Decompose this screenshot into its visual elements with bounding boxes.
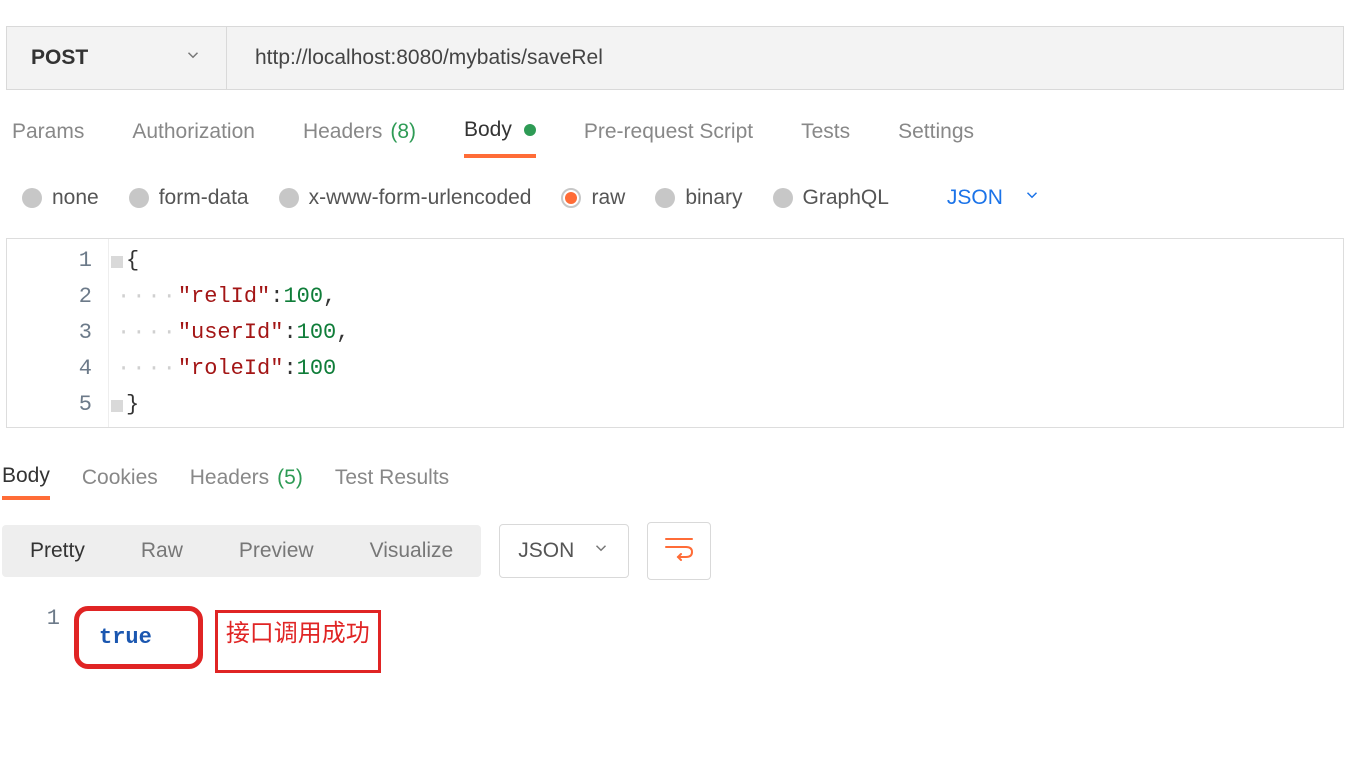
line-number: 1	[0, 606, 76, 669]
radio-selected-icon	[561, 188, 581, 208]
body-active-dot-icon	[524, 124, 536, 136]
fold-icon[interactable]	[111, 256, 123, 268]
view-visualize-label: Visualize	[370, 539, 454, 562]
code-brace: }	[126, 387, 139, 423]
resp-tab-cookies[interactable]: Cookies	[82, 464, 158, 500]
code-value: 100	[297, 351, 337, 387]
line-number: 5	[7, 387, 92, 423]
radio-graphql[interactable]: GraphQL	[773, 186, 889, 210]
resp-tab-body-label: Body	[2, 464, 50, 488]
radio-icon	[22, 188, 42, 208]
response-format-select[interactable]: JSON	[499, 524, 629, 578]
resp-tab-headers-label: Headers	[190, 466, 269, 490]
indent-dots: ····	[117, 351, 178, 387]
fold-icon[interactable]	[111, 400, 123, 412]
tab-tests[interactable]: Tests	[801, 118, 850, 158]
radio-formdata[interactable]: form-data	[129, 186, 249, 210]
tab-params[interactable]: Params	[12, 118, 84, 158]
radio-graphql-label: GraphQL	[803, 186, 889, 210]
body-raw-type-label: JSON	[947, 186, 1003, 210]
radio-binary-label: binary	[685, 186, 742, 210]
radio-icon	[655, 188, 675, 208]
view-pretty[interactable]: Pretty	[2, 525, 113, 577]
tab-settings[interactable]: Settings	[898, 118, 974, 158]
tab-body[interactable]: Body	[464, 118, 536, 158]
code-comma: ,	[336, 315, 349, 351]
resp-tab-body[interactable]: Body	[2, 464, 50, 500]
tab-headers[interactable]: Headers (8)	[303, 118, 416, 158]
wrap-lines-icon	[664, 535, 694, 567]
radio-icon	[279, 188, 299, 208]
radio-formdata-label: form-data	[159, 186, 249, 210]
tab-prerequest[interactable]: Pre-request Script	[584, 118, 753, 158]
request-body-editor[interactable]: 1 2 3 4 5 { ····"relId":100, ····"userId…	[6, 238, 1344, 428]
chevron-down-icon	[592, 539, 610, 563]
body-raw-type-select[interactable]: JSON	[947, 186, 1041, 210]
response-toolbar: Pretty Raw Preview Visualize JSON	[0, 500, 1350, 580]
resp-tab-cookies-label: Cookies	[82, 466, 158, 490]
line-number: 1	[7, 243, 92, 279]
code-key: "roleId"	[178, 351, 284, 387]
view-pretty-label: Pretty	[30, 539, 85, 562]
url-text: http://localhost:8080/mybatis/saveRel	[255, 46, 603, 70]
http-method-label: POST	[31, 46, 88, 70]
wrap-lines-button[interactable]	[647, 522, 711, 580]
request-url-bar: POST http://localhost:8080/mybatis/saveR…	[6, 26, 1344, 90]
view-preview[interactable]: Preview	[211, 525, 342, 577]
view-visualize[interactable]: Visualize	[342, 525, 482, 577]
radio-icon	[773, 188, 793, 208]
code-key: "userId"	[178, 315, 284, 351]
line-number: 2	[7, 279, 92, 315]
radio-xwww-label: x-www-form-urlencoded	[309, 186, 532, 210]
code-value: 100	[297, 315, 337, 351]
http-method-select[interactable]: POST	[7, 27, 227, 89]
chevron-down-icon	[1023, 186, 1041, 210]
radio-binary[interactable]: binary	[655, 186, 742, 210]
resp-tab-testresults-label: Test Results	[335, 466, 449, 490]
indent-dots: ····	[117, 315, 178, 351]
response-body: 1 true 接口调用成功	[0, 580, 1350, 669]
tab-authorization[interactable]: Authorization	[132, 118, 255, 158]
code-brace: {	[126, 243, 139, 279]
response-view-mode: Pretty Raw Preview Visualize	[2, 525, 481, 577]
resp-tab-headers[interactable]: Headers (5)	[190, 464, 303, 500]
view-preview-label: Preview	[239, 539, 314, 562]
view-raw-label: Raw	[141, 539, 183, 562]
tab-headers-count: (8)	[390, 120, 416, 144]
annotation-callout: 接口调用成功	[215, 610, 381, 673]
tab-prerequest-label: Pre-request Script	[584, 120, 753, 144]
editor-code[interactable]: { ····"relId":100, ····"userId":100, ···…	[109, 239, 1343, 427]
tab-tests-label: Tests	[801, 120, 850, 144]
response-value-highlight: true	[74, 606, 203, 669]
line-number: 4	[7, 351, 92, 387]
body-type-row: none form-data x-www-form-urlencoded raw…	[0, 158, 1350, 238]
resp-tab-headers-count: (5)	[277, 466, 303, 490]
resp-tab-testresults[interactable]: Test Results	[335, 464, 449, 500]
response-tabs: Body Cookies Headers (5) Test Results	[0, 428, 1350, 500]
editor-gutter: 1 2 3 4 5	[7, 239, 109, 427]
indent-dots: ····	[117, 279, 178, 315]
radio-none[interactable]: none	[22, 186, 99, 210]
radio-raw[interactable]: raw	[561, 186, 625, 210]
tab-headers-label: Headers	[303, 120, 382, 144]
code-comma: ,	[323, 279, 336, 315]
request-tabs: Params Authorization Headers (8) Body Pr…	[0, 90, 1350, 158]
tab-authorization-label: Authorization	[132, 120, 255, 144]
code-key: "relId"	[178, 279, 270, 315]
radio-raw-label: raw	[591, 186, 625, 210]
radio-icon	[129, 188, 149, 208]
url-input[interactable]: http://localhost:8080/mybatis/saveRel	[227, 27, 1343, 89]
view-raw[interactable]: Raw	[113, 525, 211, 577]
tab-settings-label: Settings	[898, 120, 974, 144]
line-number: 3	[7, 315, 92, 351]
radio-xwww[interactable]: x-www-form-urlencoded	[279, 186, 532, 210]
response-value: true	[99, 625, 152, 650]
radio-none-label: none	[52, 186, 99, 210]
tab-body-label: Body	[464, 118, 512, 142]
tab-params-label: Params	[12, 120, 84, 144]
response-format-label: JSON	[518, 539, 574, 563]
code-value: 100	[283, 279, 323, 315]
chevron-down-icon	[184, 46, 202, 70]
